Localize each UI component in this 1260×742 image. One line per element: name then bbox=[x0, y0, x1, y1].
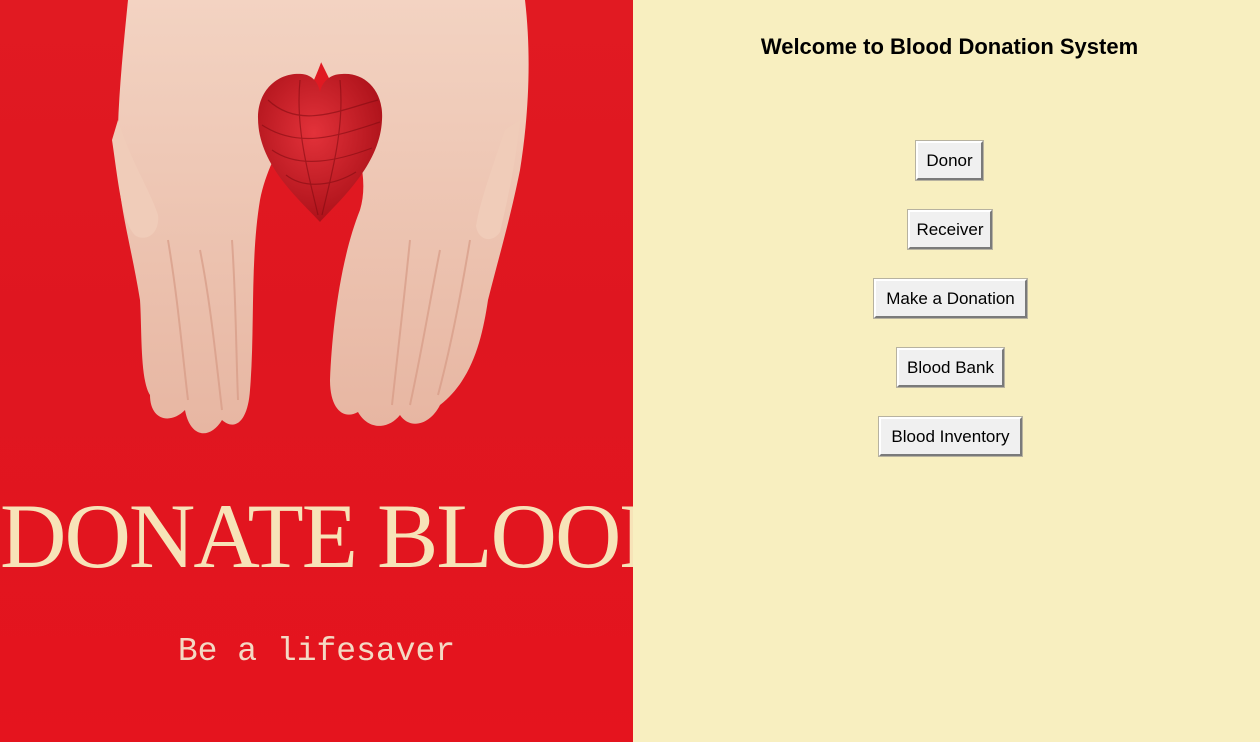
donor-button[interactable]: Donor bbox=[915, 140, 984, 181]
receiver-button[interactable]: Receiver bbox=[907, 209, 993, 250]
poster-tagline: Be a lifesaver bbox=[177, 633, 456, 670]
poster-headline: DONATE BLOOD bbox=[0, 485, 633, 587]
blood-bank-button[interactable]: Blood Bank bbox=[896, 347, 1005, 388]
menu-panel: Welcome to Blood Donation System Donor R… bbox=[633, 0, 1260, 742]
donate-blood-poster: DONATE BLOOD Be a lifesaver bbox=[0, 0, 633, 742]
blood-inventory-button[interactable]: Blood Inventory bbox=[878, 416, 1023, 457]
main-window: DONATE BLOOD Be a lifesaver Welcome to B… bbox=[0, 0, 1260, 742]
make-a-donation-button[interactable]: Make a Donation bbox=[873, 278, 1028, 319]
page-title: Welcome to Blood Donation System bbox=[760, 34, 1139, 59]
hands-holding-heart-icon bbox=[112, 0, 529, 434]
